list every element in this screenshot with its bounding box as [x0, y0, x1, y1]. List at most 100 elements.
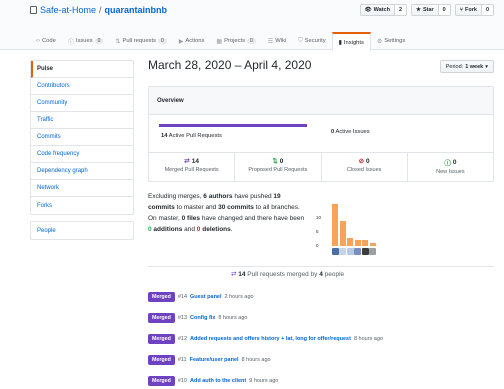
tab-settings[interactable]: ⚙ Settings: [371, 32, 411, 50]
pr-time: 8 hours ago: [353, 335, 383, 342]
pr-title-link[interactable]: Feature/user panel: [190, 357, 239, 363]
overview-stat[interactable]: ⇄ 14 Merged Pull Requests: [149, 153, 236, 181]
fork-icon: ⑂: [459, 7, 464, 13]
tab-actions[interactable]: ▶ Actions: [173, 32, 211, 50]
active-issues[interactable]: 0 Active Issues: [331, 129, 370, 135]
tab-pull-requests[interactable]: ⇅ Pull requests 0: [109, 32, 172, 50]
merged-prs-heading: ⇄ 14 Pull requests merged by 4 people: [148, 266, 494, 278]
author-avatar[interactable]: [369, 248, 376, 255]
pr-number: #10: [177, 377, 188, 384]
chart-bar: [369, 243, 376, 246]
stat-label: Merged Pull Requests: [164, 167, 219, 173]
author-avatar[interactable]: [354, 248, 361, 255]
merged-text: people: [322, 271, 345, 278]
author-avatar[interactable]: [361, 248, 369, 255]
project-icon: ▦: [216, 38, 223, 45]
star-count[interactable]: 0: [437, 5, 450, 15]
period-label: Period:: [445, 63, 464, 70]
summary-text: additions: [151, 226, 183, 233]
watch-label: Watch: [373, 7, 390, 13]
pull-request-icon: ⇅: [272, 158, 278, 165]
pr-list-item: Merged #12 Added requests and offers histo…: [148, 328, 494, 349]
tab-label: Insights: [343, 39, 364, 46]
star-button[interactable]: ★ Star: [412, 5, 438, 15]
commit-summary: Excluding merges, 6 authors have pushed …: [148, 191, 308, 235]
sidebar-item-pulse[interactable]: Pulse: [31, 61, 133, 78]
active-prs[interactable]: 14 Active Pull Requests: [161, 133, 222, 139]
merged-badge: Merged: [148, 375, 175, 386]
sidebar-item-commits[interactable]: Commits: [31, 129, 133, 146]
watch-count[interactable]: 2: [393, 5, 406, 15]
active-prs-text: Active Pull Requests: [168, 133, 222, 139]
chart-bar: [347, 237, 353, 246]
tab-label: Wiki: [275, 38, 287, 44]
pr-title-link[interactable]: Add auth to the client: [190, 378, 246, 384]
sidebar-item-contributors[interactable]: Contributors: [31, 78, 133, 95]
merge-icon: ⇄: [184, 158, 190, 165]
fork-count[interactable]: 0: [480, 5, 493, 15]
issue-closed-icon: ⊘: [358, 158, 365, 165]
watch-button-group: 👁 Watch 2: [359, 4, 407, 16]
merge-icon: ⇄: [231, 271, 237, 278]
overview-stat[interactable]: ⊘ 0 Closed Issues: [322, 153, 408, 181]
repo-owner-link[interactable]: Safe-at-Home: [40, 5, 96, 15]
pr-number: #14: [177, 293, 188, 300]
stat-value-row: ⓘ 0: [408, 157, 493, 168]
period-select[interactable]: Period: 1 week ▾: [439, 60, 494, 73]
insights-menu: Pulse Contributors Community Traffic Commits…: [30, 60, 134, 215]
tab-projects[interactable]: ▦ Projects 0: [210, 32, 261, 50]
repo-name-link[interactable]: quarantainbnb: [105, 5, 168, 15]
tab-security[interactable]: ⛉ Security: [292, 32, 331, 50]
sidebar-item-people[interactable]: People: [31, 222, 133, 239]
tab-code[interactable]: ‹› Code: [30, 32, 62, 50]
pr-number: #12: [177, 335, 188, 342]
sidebar-item-code-frequency[interactable]: Code frequency: [31, 146, 133, 163]
tab-insights[interactable]: ▮ Insights: [331, 32, 371, 51]
actions-icon: ▶: [178, 38, 184, 45]
tab-count: 0: [247, 38, 256, 44]
pr-number: #13: [177, 314, 188, 321]
watch-button[interactable]: 👁 Watch: [360, 5, 394, 15]
pr-title-link[interactable]: Guest panel: [190, 294, 221, 300]
issue-opened-icon: ⓘ: [444, 160, 451, 167]
fork-button[interactable]: ⑂ Fork: [455, 5, 481, 15]
stat-value: 14: [191, 157, 199, 165]
sidebar-item-forks[interactable]: Forks: [31, 197, 133, 214]
tab-wiki[interactable]: ☰ Wiki: [262, 32, 292, 50]
merged-text: Pull requests merged by: [245, 271, 320, 278]
sidebar-item-network[interactable]: Network: [31, 180, 133, 197]
author-avatar[interactable]: [331, 248, 339, 255]
pull-request-icon: ⇅: [115, 38, 121, 45]
y-tick-label: 5: [316, 228, 319, 234]
sidebar-item-community[interactable]: Community: [31, 95, 133, 112]
summary-text: deletions: [200, 226, 231, 233]
pr-title-link[interactable]: Added requests and offers history + lat,…: [190, 336, 351, 342]
star-icon: ★: [416, 7, 421, 13]
repo-title: Safe-at-Home / quarantainbnb: [30, 5, 167, 15]
tab-label: Projects: [224, 38, 246, 44]
merged-badge: Merged: [148, 291, 175, 302]
tab-count: 0: [94, 38, 104, 44]
stat-label: Proposed Pull Requests: [248, 167, 308, 173]
authors-link[interactable]: 6 authors: [203, 193, 232, 200]
y-tick-label: 10: [316, 214, 322, 220]
author-avatar[interactable]: [339, 248, 346, 255]
insights-sidebar: Pulse Contributors Community Traffic Commits…: [30, 60, 134, 240]
sidebar-item-traffic[interactable]: Traffic: [31, 112, 133, 129]
gear-icon: ⚙: [376, 38, 383, 45]
summary-text: and: [182, 226, 197, 233]
stat-label: New Issues: [436, 169, 465, 175]
overview-stat[interactable]: ⓘ 0 New Issues: [408, 153, 493, 181]
pr-list-item: Merged #13 Config fix 8 hours ago: [148, 307, 494, 328]
book-icon: ☰: [267, 38, 274, 45]
author-avatar[interactable]: [346, 248, 354, 255]
tab-issues[interactable]: ⓘ Issues 0: [62, 32, 110, 50]
pr-title-link[interactable]: Config fix: [190, 315, 215, 321]
overview-stat[interactable]: ⇅ 0 Proposed Pull Requests: [235, 153, 322, 181]
merged-count: 14: [238, 271, 246, 278]
issue-icon: ⓘ: [67, 39, 74, 46]
repo-icon: [30, 6, 37, 14]
pr-list-item: Merged #14 Guest panel 2 hours ago: [148, 286, 494, 307]
chart-bar: [354, 240, 361, 246]
sidebar-item-dependency-graph[interactable]: Dependency graph: [31, 163, 133, 180]
